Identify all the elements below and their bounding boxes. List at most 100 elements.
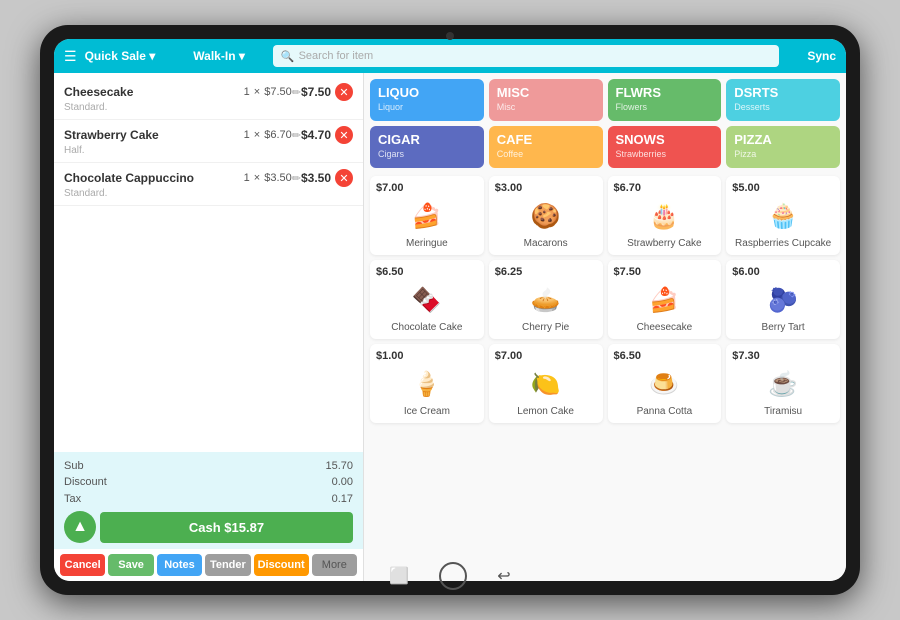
product-card[interactable]: $7.30 ☕ Tiramisu	[726, 344, 840, 423]
edit-icon[interactable]: ✏	[292, 172, 301, 185]
product-name: Strawberry Cake	[614, 238, 716, 249]
product-name: Ice Cream	[376, 406, 478, 417]
category-sub: Coffee	[497, 149, 595, 159]
tax-label: Tax	[64, 491, 81, 508]
category-pizza[interactable]: PIZZA Pizza	[726, 126, 840, 168]
back-icon[interactable]: ↩	[497, 566, 510, 586]
product-card[interactable]: $7.00 🍰 Meringue	[370, 176, 484, 255]
item-variant: Standard.	[64, 188, 353, 199]
category-sub: Flowers	[616, 102, 714, 112]
camera	[446, 32, 454, 40]
product-card[interactable]: $1.00 🍦 Ice Cream	[370, 344, 484, 423]
item-total: $4.70	[301, 128, 331, 142]
product-name: Berry Tart	[732, 322, 834, 333]
product-price: $6.70	[614, 182, 716, 194]
order-summary: Sub 15.70 Discount 0.00 Tax 0.17 ▲ Cash …	[54, 452, 363, 550]
category-cafe[interactable]: CAFE Coffee	[489, 126, 603, 168]
edit-icon[interactable]: ✏	[292, 129, 301, 142]
category-name: MISC	[497, 85, 595, 100]
left-panel: Cheesecake 1 × $7.50 ✏ $7.50 ✕ Standard.…	[54, 73, 364, 581]
product-image: 🍦	[402, 364, 452, 404]
quick-sale-button[interactable]: Quick Sale ▾	[85, 49, 156, 63]
right-panel: LIQUO Liquor MISC Misc FLWRS Flowers DSR…	[364, 73, 846, 581]
product-card[interactable]: $6.70 🎂 Strawberry Cake	[608, 176, 722, 255]
category-cigar[interactable]: CIGAR Cigars	[370, 126, 484, 168]
delete-button[interactable]: ✕	[335, 83, 353, 101]
home-icon[interactable]	[439, 562, 467, 590]
category-name: CAFE	[497, 132, 595, 147]
category-name: CIGAR	[378, 132, 476, 147]
search-placeholder: Search for item	[299, 50, 374, 62]
recent-apps-icon[interactable]: ⬜	[389, 566, 409, 586]
category-name: SNOWS	[616, 132, 714, 147]
category-snows[interactable]: SNOWS Strawberries	[608, 126, 722, 168]
product-image: 🍋	[521, 364, 571, 404]
product-price: $7.50	[614, 266, 716, 278]
delete-button[interactable]: ✕	[335, 126, 353, 144]
product-name: Cheesecake	[614, 322, 716, 333]
edit-icon[interactable]: ✏	[292, 86, 301, 99]
item-total: $3.50	[301, 171, 331, 185]
product-price: $6.00	[732, 266, 834, 278]
category-sub: Misc	[497, 102, 595, 112]
product-card[interactable]: $7.50 🍰 Cheesecake	[608, 260, 722, 339]
category-name: PIZZA	[734, 132, 832, 147]
category-name: DSRTS	[734, 85, 832, 100]
order-item: Chocolate Cappuccino 1 × $3.50 ✏ $3.50 ✕…	[54, 163, 363, 206]
category-misc[interactable]: MISC Misc	[489, 79, 603, 121]
product-image: 🍰	[402, 196, 452, 236]
up-arrow-button[interactable]: ▲	[64, 511, 96, 543]
item-unit-price: $3.50	[264, 172, 292, 184]
product-price: $5.00	[732, 182, 834, 194]
sync-button[interactable]: Sync	[807, 49, 836, 63]
main-content: Cheesecake 1 × $7.50 ✏ $7.50 ✕ Standard.…	[54, 73, 846, 581]
search-bar[interactable]: 🔍 Search for item	[273, 45, 779, 67]
category-name: FLWRS	[616, 85, 714, 100]
tablet-screen: ☰ Quick Sale ▾ Walk-In ▾ 🔍 Search for it…	[54, 39, 846, 581]
product-name: Cherry Pie	[495, 322, 597, 333]
product-card[interactable]: $3.00 🍪 Macarons	[489, 176, 603, 255]
product-price: $6.25	[495, 266, 597, 278]
product-price: $7.00	[376, 182, 478, 194]
item-variant: Half.	[64, 145, 353, 156]
product-card[interactable]: $6.50 🍫 Chocolate Cake	[370, 260, 484, 339]
product-name: Chocolate Cake	[376, 322, 478, 333]
product-card[interactable]: $6.50 🍮 Panna Cotta	[608, 344, 722, 423]
product-price: $1.00	[376, 350, 478, 362]
tablet-nav-bar: ⬜ ↩	[40, 562, 860, 590]
tablet-frame: ☰ Quick Sale ▾ Walk-In ▾ 🔍 Search for it…	[40, 25, 860, 595]
product-card[interactable]: $6.00 🫐 Berry Tart	[726, 260, 840, 339]
product-card[interactable]: $7.00 🍋 Lemon Cake	[489, 344, 603, 423]
item-qty: 1	[244, 129, 250, 141]
product-card[interactable]: $5.00 🧁 Raspberries Cupcake	[726, 176, 840, 255]
product-image: 🍪	[521, 196, 571, 236]
category-sub: Cigars	[378, 149, 476, 159]
discount-value: 0.00	[332, 474, 353, 491]
category-dsrts[interactable]: DSRTS Desserts	[726, 79, 840, 121]
category-sub: Liquor	[378, 102, 476, 112]
tax-value: 0.17	[332, 491, 353, 508]
product-name: Panna Cotta	[614, 406, 716, 417]
walkin-button[interactable]: Walk-In ▾	[193, 49, 245, 63]
product-image: 🍰	[639, 280, 689, 320]
item-unit-price: $7.50	[264, 86, 292, 98]
product-image: 🎂	[639, 196, 689, 236]
discount-label: Discount	[64, 474, 107, 491]
category-flwrs[interactable]: FLWRS Flowers	[608, 79, 722, 121]
item-name: Strawberry Cake	[64, 128, 244, 142]
product-price: $6.50	[376, 266, 478, 278]
menu-icon[interactable]: ☰	[64, 48, 77, 65]
product-image: 🍫	[402, 280, 452, 320]
category-liquo[interactable]: LIQUO Liquor	[370, 79, 484, 121]
product-card[interactable]: $6.25 🥧 Cherry Pie	[489, 260, 603, 339]
product-grid: $7.00 🍰 Meringue $3.00 🍪 Macarons $6.70 …	[370, 176, 840, 423]
item-unit-price: $6.70	[264, 129, 292, 141]
category-sub: Strawberries	[616, 149, 714, 159]
item-qty: 1	[244, 172, 250, 184]
product-name: Lemon Cake	[495, 406, 597, 417]
delete-button[interactable]: ✕	[335, 169, 353, 187]
product-price: $6.50	[614, 350, 716, 362]
item-total: $7.50	[301, 85, 331, 99]
product-name: Raspberries Cupcake	[732, 238, 834, 249]
cash-button[interactable]: Cash $15.87	[100, 512, 353, 543]
